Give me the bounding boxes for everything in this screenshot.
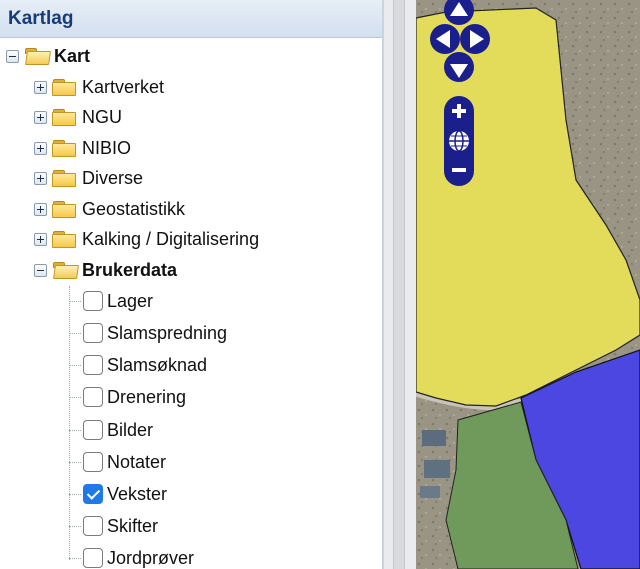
tree-node-kart[interactable]: Kart: [6, 42, 90, 70]
tree-node-label: Geostatistikk: [82, 198, 186, 219]
tree-node-diverse[interactable]: Diverse: [34, 164, 143, 192]
layer-item-skifter[interactable]: Skifter: [83, 512, 158, 540]
tree-node-label: Diverse: [82, 167, 144, 188]
layer-checkbox[interactable]: [83, 516, 103, 536]
tree-connector: [69, 494, 81, 495]
tree-connector: [69, 333, 81, 334]
pan-down-icon: [450, 64, 468, 78]
expand-icon[interactable]: [34, 141, 47, 155]
panel-splitter[interactable]: [383, 0, 417, 569]
zoom-out-button[interactable]: [444, 156, 474, 186]
layer-item-jordprover[interactable]: Jordprøver: [83, 544, 194, 569]
folder-open-icon: [24, 47, 51, 66]
folder-icon: [52, 169, 77, 188]
collapse-icon[interactable]: [6, 49, 19, 63]
layer-label: Slamspredning: [107, 322, 228, 343]
layer-checkbox[interactable]: [83, 355, 103, 375]
collapse-icon[interactable]: [34, 263, 47, 277]
layer-label: Jordprøver: [107, 547, 195, 568]
folder-icon: [52, 108, 77, 127]
tree-connector: [69, 526, 81, 527]
pan-right-button[interactable]: [460, 24, 490, 54]
expand-icon[interactable]: [34, 171, 47, 185]
layer-item-slamsoknad[interactable]: Slamsøknad: [83, 351, 207, 379]
expand-icon[interactable]: [34, 110, 47, 124]
building: [422, 430, 446, 446]
expand-icon[interactable]: [34, 232, 47, 246]
layer-item-lager[interactable]: Lager: [83, 287, 153, 315]
layer-item-slamspredning[interactable]: Slamspredning: [83, 319, 227, 347]
layer-checkbox-checked[interactable]: [83, 484, 103, 504]
building: [424, 460, 450, 478]
building: [420, 486, 440, 498]
folder-open-icon: [52, 261, 79, 280]
panel-title: Kartlag: [0, 0, 382, 38]
layer-checkbox[interactable]: [83, 548, 103, 568]
map-canvas: [416, 0, 640, 569]
layer-panel: Kartlag Kart Kartverket NGU NIBIO Divers…: [0, 0, 383, 569]
tree-connector: [69, 558, 81, 559]
pan-left-button[interactable]: [430, 24, 460, 54]
tree-node-label: Kalking / Digitalisering: [82, 228, 260, 249]
tree-connector: [69, 365, 81, 366]
folder-icon: [52, 200, 77, 219]
tree-connector: [69, 286, 70, 560]
tree-node-label: Kartverket: [82, 76, 165, 97]
tree-node-brukerdata[interactable]: Brukerdata: [34, 256, 177, 284]
layer-label: Vekster: [107, 483, 168, 504]
layer-item-bilder[interactable]: Bilder: [83, 416, 153, 444]
layer-checkbox[interactable]: [83, 420, 103, 440]
folder-icon: [52, 139, 77, 158]
layer-item-vekster[interactable]: Vekster: [83, 480, 167, 508]
zoom-in-button[interactable]: [444, 96, 474, 126]
zoom-world-button[interactable]: [444, 126, 474, 156]
layer-label: Notater: [107, 451, 167, 472]
tree-node-kalking[interactable]: Kalking / Digitalisering: [34, 225, 259, 253]
layer-item-drenering[interactable]: Drenering: [83, 383, 186, 411]
layer-label: Slamsøknad: [107, 354, 208, 375]
layer-item-notater[interactable]: Notater: [83, 448, 166, 476]
tree-node-label: Brukerdata: [82, 259, 178, 280]
tree-connector: [69, 462, 81, 463]
pan-left-icon: [436, 30, 450, 48]
tree-node-kartverket[interactable]: Kartverket: [34, 73, 164, 101]
layer-checkbox[interactable]: [83, 452, 103, 472]
tree-connector: [69, 430, 81, 431]
tree-connector: [69, 301, 81, 302]
expand-icon[interactable]: [34, 202, 47, 216]
tree-node-nibio[interactable]: NIBIO: [34, 134, 131, 162]
tree-node-label: NIBIO: [82, 137, 132, 158]
pan-down-button[interactable]: [444, 52, 474, 82]
folder-icon: [52, 78, 77, 97]
layer-label: Lager: [107, 290, 154, 311]
expand-icon[interactable]: [34, 80, 47, 94]
map-view[interactable]: [416, 0, 640, 569]
tree-node-label: NGU: [82, 106, 122, 127]
tree-node-geostatistikk[interactable]: Geostatistikk: [34, 195, 185, 223]
layer-checkbox[interactable]: [83, 323, 103, 343]
layer-label: Bilder: [107, 419, 154, 440]
folder-icon: [52, 230, 77, 249]
tree-connector: [69, 397, 81, 398]
layer-label: Skifter: [107, 515, 159, 536]
pan-right-icon: [470, 30, 484, 48]
tree-node-label: Kart: [54, 45, 91, 66]
layer-checkbox[interactable]: [83, 291, 103, 311]
layer-checkbox[interactable]: [83, 387, 103, 407]
layer-label: Drenering: [107, 386, 187, 407]
tree-node-ngu[interactable]: NGU: [34, 103, 122, 131]
